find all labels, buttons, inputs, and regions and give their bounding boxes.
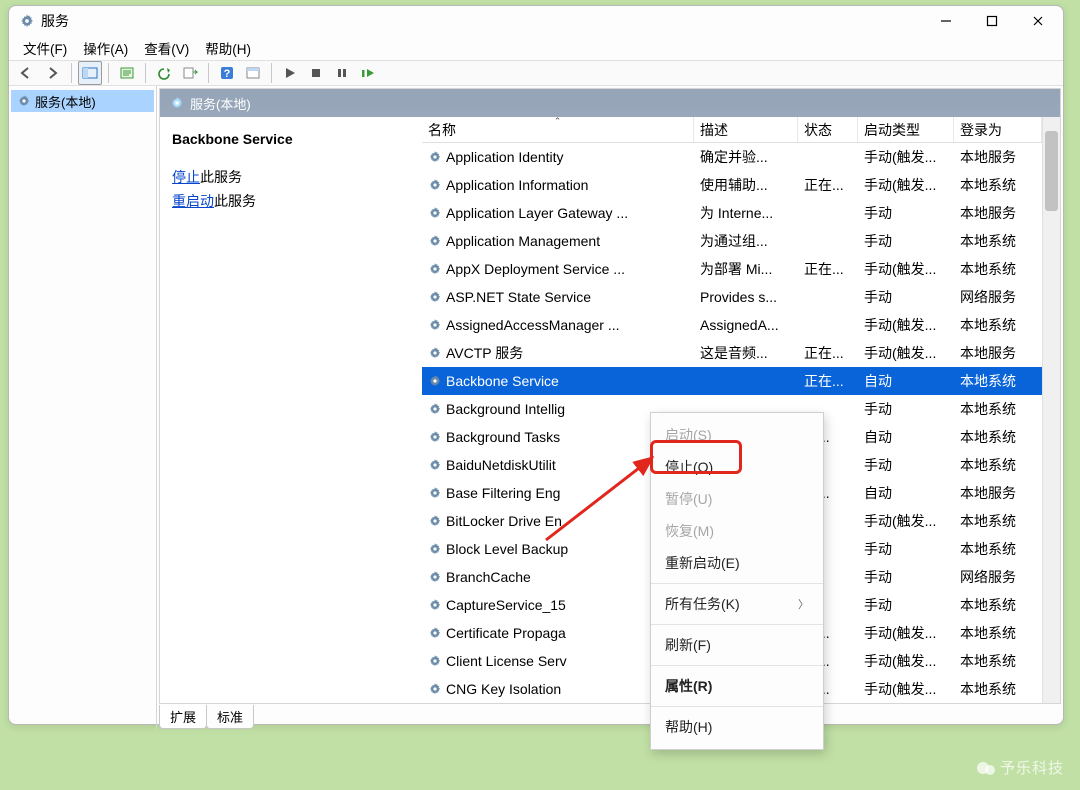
service-icon xyxy=(428,234,442,248)
table-row[interactable]: Backbone Service正在...自动本地系统 xyxy=(422,367,1042,395)
service-icon xyxy=(428,430,442,444)
tabs-bar: 扩展 标准 xyxy=(157,705,1063,729)
service-icon xyxy=(428,262,442,276)
body: 服务(本地) 服务(本地) Backbone Service 停止此服务 xyxy=(9,86,1063,729)
tab-standard[interactable]: 标准 xyxy=(206,705,254,729)
tree-root-label: 服务(本地) xyxy=(35,92,96,111)
services-window: 服务 文件(F) 操作(A) 查看(V) 帮助(H) ? 服务(本地) xyxy=(8,5,1064,725)
ctx-refresh[interactable]: 刷新(F) xyxy=(651,629,823,661)
service-icon xyxy=(428,682,442,696)
menu-view[interactable]: 查看(V) xyxy=(138,36,195,60)
ctx-resume: 恢复(M) xyxy=(651,515,823,547)
maximize-button[interactable] xyxy=(969,6,1015,36)
main-pane: 服务(本地) Backbone Service 停止此服务 重启动此服务 xyxy=(159,88,1061,704)
chevron-right-icon: 〉 xyxy=(798,596,809,612)
service-icon xyxy=(428,542,442,556)
ctx-all-tasks[interactable]: 所有任务(K)〉 xyxy=(651,588,823,620)
service-icon xyxy=(428,402,442,416)
ctx-pause: 暂停(U) xyxy=(651,483,823,515)
table-row[interactable]: Application Identity确定并验...手动(触发...本地服务 xyxy=(422,143,1042,171)
service-icon xyxy=(428,318,442,332)
refresh-button[interactable] xyxy=(152,61,176,85)
minimize-button[interactable] xyxy=(923,6,969,36)
table-row[interactable]: Application Information使用辅助...正在...手动(触发… xyxy=(422,171,1042,199)
ctx-start: 启动(S) xyxy=(651,419,823,451)
service-icon xyxy=(428,626,442,640)
col-name[interactable]: 名称⌃ xyxy=(422,117,694,142)
export-list-button[interactable] xyxy=(115,61,139,85)
service-icon xyxy=(428,178,442,192)
stop-link[interactable]: 停止 xyxy=(172,169,200,185)
service-icon xyxy=(428,206,442,220)
service-icon xyxy=(428,374,442,388)
wechat-icon xyxy=(976,760,996,776)
tree-root-node[interactable]: 服务(本地) xyxy=(11,90,154,112)
menubar: 文件(F) 操作(A) 查看(V) 帮助(H) xyxy=(9,36,1063,60)
service-icon xyxy=(428,654,442,668)
stop-suffix: 此服务 xyxy=(200,169,242,185)
pause-service-button[interactable] xyxy=(330,61,354,85)
stop-service-button[interactable] xyxy=(304,61,328,85)
col-status[interactable]: 状态 xyxy=(798,117,858,142)
ctx-properties[interactable]: 属性(R) xyxy=(651,670,823,702)
table-row[interactable]: AssignedAccessManager ...AssignedA...手动(… xyxy=(422,311,1042,339)
restart-service-button[interactable] xyxy=(356,61,380,85)
col-login[interactable]: 登录为 xyxy=(954,117,1042,142)
context-menu: 启动(S) 停止(O) 暂停(U) 恢复(M) 重新启动(E) 所有任务(K)〉… xyxy=(650,412,824,750)
service-icon xyxy=(428,290,442,304)
ctx-help[interactable]: 帮助(H) xyxy=(651,711,823,743)
ctx-restart[interactable]: 重新启动(E) xyxy=(651,547,823,579)
svg-text:?: ? xyxy=(224,68,231,80)
tree-pane: 服务(本地) xyxy=(9,86,157,729)
services-icon xyxy=(19,13,35,29)
sort-caret-icon: ⌃ xyxy=(554,117,562,127)
services-icon xyxy=(170,96,184,110)
toolbar: ? xyxy=(9,60,1063,86)
service-icon xyxy=(428,486,442,500)
window-title: 服务 xyxy=(41,11,923,31)
grid-header: 名称⌃ 描述 状态 启动类型 登录为 xyxy=(422,117,1042,143)
restart-suffix: 此服务 xyxy=(214,193,256,209)
tab-extended[interactable]: 扩展 xyxy=(159,705,207,729)
service-icon xyxy=(428,150,442,164)
restart-link[interactable]: 重启动 xyxy=(172,193,214,209)
close-button[interactable] xyxy=(1015,6,1061,36)
service-icon xyxy=(428,598,442,612)
export-button[interactable] xyxy=(178,61,202,85)
forward-button[interactable] xyxy=(41,61,65,85)
titlebar: 服务 xyxy=(9,6,1063,36)
col-desc[interactable]: 描述 xyxy=(694,117,798,142)
table-row[interactable]: Application Management为通过组...手动本地系统 xyxy=(422,227,1042,255)
back-button[interactable] xyxy=(15,61,39,85)
service-title: Backbone Service xyxy=(172,131,410,147)
vertical-scrollbar[interactable] xyxy=(1042,117,1060,703)
table-row[interactable]: ASP.NET State ServiceProvides s...手动网络服务 xyxy=(422,283,1042,311)
main-header: 服务(本地) xyxy=(160,89,1060,117)
table-row[interactable]: AVCTP 服务这是音频...正在...手动(触发...本地服务 xyxy=(422,339,1042,367)
menu-file[interactable]: 文件(F) xyxy=(17,36,73,60)
help-button[interactable]: ? xyxy=(215,61,239,85)
watermark-text: 予乐科技 xyxy=(1000,757,1064,778)
start-service-button[interactable] xyxy=(278,61,302,85)
show-hide-tree-button[interactable] xyxy=(78,61,102,85)
service-icon xyxy=(428,346,442,360)
table-row[interactable]: Application Layer Gateway ...为 Interne..… xyxy=(422,199,1042,227)
col-start[interactable]: 启动类型 xyxy=(858,117,954,142)
service-icon xyxy=(428,458,442,472)
service-icon xyxy=(428,570,442,584)
service-icon xyxy=(428,514,442,528)
main-header-title: 服务(本地) xyxy=(190,94,251,113)
services-icon xyxy=(17,94,31,108)
properties-button[interactable] xyxy=(241,61,265,85)
scrollbar-thumb[interactable] xyxy=(1045,131,1058,211)
table-row[interactable]: AppX Deployment Service ...为部署 Mi...正在..… xyxy=(422,255,1042,283)
ctx-stop[interactable]: 停止(O) xyxy=(651,451,823,483)
menu-action[interactable]: 操作(A) xyxy=(77,36,134,60)
watermark: 予乐科技 xyxy=(976,757,1064,778)
menu-help[interactable]: 帮助(H) xyxy=(199,36,257,60)
detail-pane: Backbone Service 停止此服务 重启动此服务 xyxy=(160,117,422,703)
